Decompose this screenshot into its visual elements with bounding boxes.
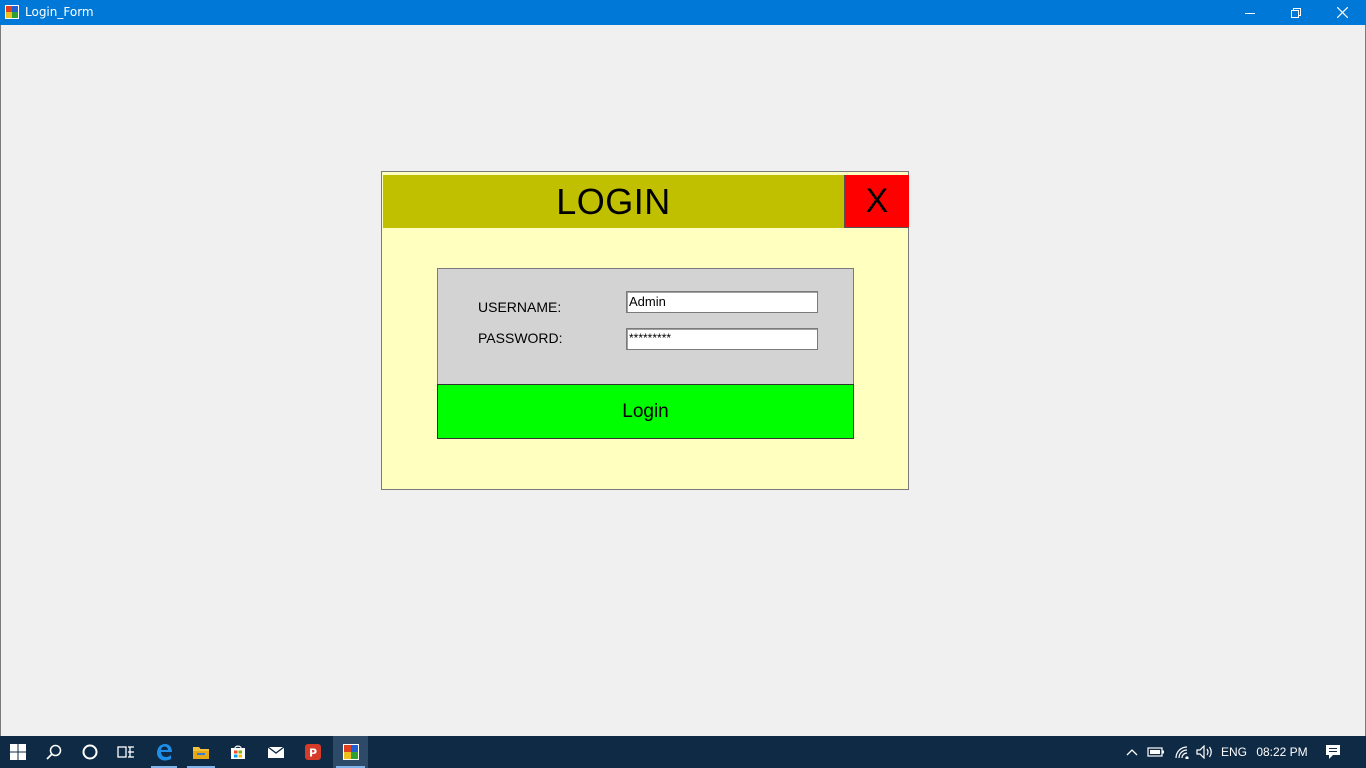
login-close-button[interactable]: X: [844, 175, 909, 228]
cortana-button[interactable]: [72, 736, 108, 768]
login-header: LOGIN: [383, 175, 844, 228]
login-button[interactable]: Login: [437, 384, 854, 439]
password-label: PASSWORD:: [478, 330, 563, 346]
start-icon: [10, 744, 26, 760]
tray-expand-button[interactable]: [1122, 736, 1142, 768]
search-button[interactable]: [36, 736, 72, 768]
start-button[interactable]: [0, 736, 36, 768]
minimize-button[interactable]: [1227, 0, 1273, 25]
app-icon: [5, 5, 19, 19]
chevron-up-icon: [1126, 749, 1138, 756]
wifi-icon: [1175, 746, 1189, 759]
tray-action-center[interactable]: [1318, 736, 1348, 768]
username-label: USERNAME:: [478, 299, 562, 315]
window-title: Login_Form: [25, 5, 94, 19]
restore-icon: [1291, 7, 1301, 18]
edge-icon: [157, 744, 172, 761]
taskbar-store[interactable]: [220, 736, 256, 768]
cortana-icon: [82, 744, 98, 760]
minimize-icon: [1245, 12, 1255, 14]
svg-text:P: P: [309, 747, 317, 760]
taskbar-mail[interactable]: [258, 736, 294, 768]
app-p-icon: P: [305, 744, 321, 760]
task-view-icon: [117, 746, 134, 758]
login-panel: LOGIN X USERNAME: Admin PASSWORD: ******…: [381, 171, 909, 490]
window-titlebar: Login_Form: [0, 0, 1366, 25]
close-icon: [1336, 7, 1348, 18]
tray-battery[interactable]: [1144, 736, 1168, 768]
password-input[interactable]: *********: [626, 328, 818, 350]
task-view-button[interactable]: [108, 736, 144, 768]
volume-icon: [1196, 745, 1212, 759]
login-form-app-icon: [342, 744, 359, 760]
battery-icon: [1147, 747, 1164, 757]
taskbar-login-form-app[interactable]: [333, 736, 368, 768]
taskbar: P ENG 08:22 PM: [0, 736, 1366, 768]
tray-volume[interactable]: [1193, 736, 1217, 768]
mail-icon: [267, 746, 285, 758]
tray-language[interactable]: ENG: [1218, 736, 1250, 768]
tray-clock[interactable]: 08:22 PM: [1252, 736, 1312, 768]
restore-button[interactable]: [1273, 0, 1319, 25]
tray-network[interactable]: [1170, 736, 1194, 768]
store-icon: [231, 745, 245, 759]
search-icon: [46, 744, 62, 760]
window-close-button[interactable]: [1319, 0, 1365, 25]
file-explorer-icon: [193, 747, 209, 759]
username-input[interactable]: Admin: [626, 291, 818, 313]
taskbar-file-explorer[interactable]: [184, 736, 218, 768]
taskbar-app-p[interactable]: P: [295, 736, 331, 768]
credentials-box: USERNAME: Admin PASSWORD: *********: [437, 268, 854, 385]
action-center-icon: [1326, 745, 1340, 759]
login-heading: LOGIN: [556, 180, 671, 222]
taskbar-edge[interactable]: [148, 736, 180, 768]
